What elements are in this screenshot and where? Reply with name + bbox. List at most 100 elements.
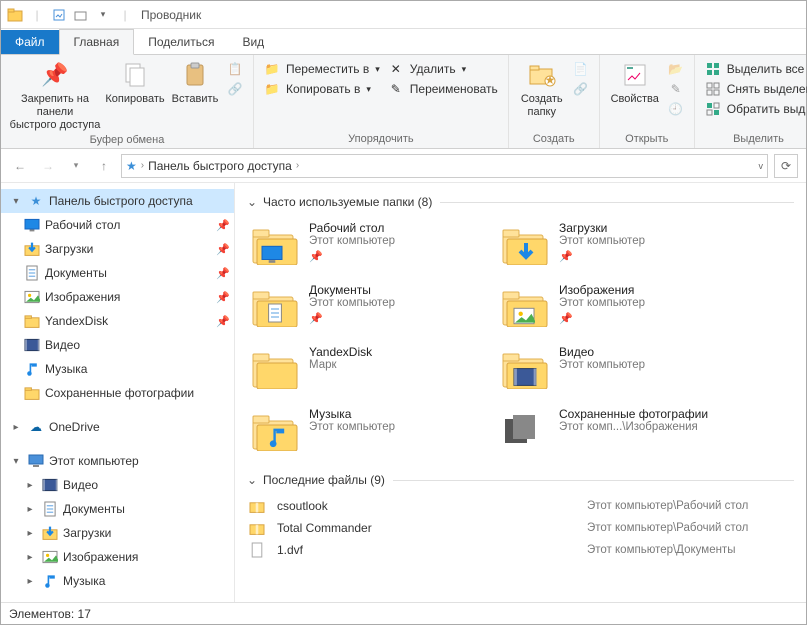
forward-button[interactable]: →	[37, 155, 59, 177]
folder-tile[interactable]: Изображения Этот компьютер 📌	[497, 279, 727, 335]
folders-group-header[interactable]: ⌄ Часто используемые папки (8)	[247, 195, 794, 209]
invert-selection-button[interactable]: Обратить выд	[705, 101, 807, 117]
tab-share[interactable]: Поделиться	[134, 30, 228, 54]
nav-item-desktop[interactable]: Рабочий стол 📌	[1, 213, 234, 237]
file-row[interactable]: Total Commander Этот компьютер\Рабочий с…	[247, 517, 794, 539]
photos-icon	[501, 407, 549, 455]
copy-button[interactable]: Копировать	[103, 57, 167, 106]
nav-item-video[interactable]: Видео	[1, 333, 234, 357]
move-to-button[interactable]: 📁Переместить в▾	[264, 61, 380, 77]
address-bar: ← → ▾ ↑ ★ › Панель быстрого доступа › v …	[1, 149, 806, 183]
group-new: ★ Создать папку 📄 🔗 Создать	[509, 55, 600, 148]
paste-icon	[179, 59, 211, 91]
nav-pc-pictures[interactable]: ▸ Изображения	[1, 545, 234, 569]
select-all-button[interactable]: Выделить все	[705, 61, 807, 77]
nav-pc-video[interactable]: ▸ Видео	[1, 473, 234, 497]
new-folder-icon: ★	[526, 59, 558, 91]
group-open: Свойства 📂 ✎ 🕘 Открыть	[600, 55, 695, 148]
properties-button[interactable]: Свойства	[606, 57, 664, 106]
breadcrumb-root[interactable]: Панель быстрого доступа	[148, 159, 292, 173]
pin-icon: 📌	[216, 291, 234, 304]
file-row[interactable]: csoutlook Этот компьютер\Рабочий стол	[247, 495, 794, 517]
tab-view[interactable]: Вид	[228, 30, 278, 54]
chevron-right-icon[interactable]: ▸	[9, 422, 23, 433]
chevron-right-icon[interactable]: ▸	[23, 576, 37, 587]
chevron-right-icon[interactable]: ▸	[23, 528, 37, 539]
path-dropdown-icon[interactable]: v	[759, 161, 764, 171]
nav-onedrive[interactable]: ▸ ☁ OneDrive	[1, 415, 234, 439]
documents-icon	[41, 501, 59, 517]
folder-tile[interactable]: Загрузки Этот компьютер 📌	[497, 217, 727, 273]
nav-quick-access[interactable]: ▾ ★ Панель быстрого доступа	[1, 189, 234, 213]
navigation-pane: ▾ ★ Панель быстрого доступа Рабочий стол…	[1, 183, 235, 602]
folder-tile[interactable]: Музыка Этот компьютер	[247, 403, 477, 459]
up-button[interactable]: ↑	[93, 155, 115, 177]
qat-divider2: |	[115, 5, 135, 25]
pin-icon: 📌	[309, 312, 395, 325]
new-folder-button[interactable]: ★ Создать папку	[515, 57, 569, 119]
rename-button[interactable]: ✎Переименовать	[388, 81, 498, 97]
pin-button[interactable]: 📌 Закрепить на панели быстрого доступа	[7, 57, 103, 132]
properties-icon	[619, 59, 651, 91]
nav-item-music[interactable]: Музыка	[1, 357, 234, 381]
nav-pc-documents[interactable]: ▸ Документы	[1, 497, 234, 521]
folder-tile[interactable]: Видео Этот компьютер	[497, 341, 727, 397]
recent-button[interactable]: ▾	[65, 155, 87, 177]
select-none-button[interactable]: Снять выделен	[705, 81, 807, 97]
paste-button[interactable]: Вставить	[167, 57, 223, 106]
nav-item-pictures[interactable]: Изображения 📌	[1, 285, 234, 309]
zip-icon	[247, 520, 267, 536]
delete-button[interactable]: ✕Удалить▾	[388, 61, 498, 77]
folder-tile[interactable]: YandexDisk Марк	[247, 341, 477, 397]
pin-icon: 📌	[559, 312, 645, 325]
delete-icon: ✕	[388, 61, 404, 77]
zip-icon	[247, 498, 267, 514]
paste-shortcut-button[interactable]: 🔗	[227, 81, 243, 97]
nav-item-folder[interactable]: Сохраненные фотографии	[1, 381, 234, 405]
folder-tile[interactable]: Сохраненные фотографии Этот комп...\Изоб…	[497, 403, 727, 459]
pictures-icon	[41, 549, 59, 565]
back-button[interactable]: ←	[9, 155, 31, 177]
copy-to-button[interactable]: 📁Копировать в▾	[264, 81, 380, 97]
app-icon	[5, 5, 25, 25]
qat-newfolder-icon[interactable]	[71, 5, 91, 25]
chevron-down-icon[interactable]: ▾	[9, 456, 23, 467]
nav-item-folder[interactable]: YandexDisk 📌	[1, 309, 234, 333]
copy-path-button[interactable]: 📋	[227, 61, 243, 77]
nav-pc-downloads[interactable]: ▸ Загрузки	[1, 521, 234, 545]
ribbon: 📌 Закрепить на панели быстрого доступа К…	[1, 55, 806, 149]
qat-properties-icon[interactable]	[49, 5, 69, 25]
tab-home[interactable]: Главная	[59, 29, 135, 55]
nav-pc-music[interactable]: ▸ Музыка	[1, 569, 234, 593]
music-icon	[41, 573, 59, 589]
chevron-right-icon[interactable]: ▸	[23, 552, 37, 563]
video-icon	[23, 337, 41, 353]
status-text: Элементов: 17	[9, 607, 91, 621]
qat-dropdown-icon[interactable]: ▾	[93, 5, 113, 25]
svg-text:★: ★	[544, 73, 555, 87]
downloads-icon	[41, 525, 59, 541]
nav-this-pc[interactable]: ▾ Этот компьютер	[1, 449, 234, 473]
move-icon: 📁	[264, 61, 280, 77]
nav-item-downloads[interactable]: Загрузки 📌	[1, 237, 234, 261]
files-group-header[interactable]: ⌄ Последние файлы (9)	[247, 473, 794, 487]
ribbon-tabs: Файл Главная Поделиться Вид	[1, 29, 806, 55]
refresh-button[interactable]: ⟳	[774, 154, 798, 178]
music-icon	[251, 407, 299, 455]
breadcrumb[interactable]: ★ › Панель быстрого доступа › v	[121, 154, 768, 178]
clipboard-small: 📋 🔗	[223, 57, 247, 97]
cloud-icon: ☁	[27, 419, 45, 435]
tab-file[interactable]: Файл	[1, 30, 59, 54]
open-small: 📂 ✎ 🕘	[664, 57, 688, 117]
pin-icon: 📌	[216, 243, 234, 256]
pin-icon: 📌	[216, 315, 234, 328]
chevron-right-icon[interactable]: ▸	[23, 504, 37, 515]
nav-item-documents[interactable]: Документы 📌	[1, 261, 234, 285]
folder-tile[interactable]: Документы Этот компьютер 📌	[247, 279, 477, 335]
chevron-right-icon[interactable]: ▸	[23, 480, 37, 491]
file-row[interactable]: 1.dvf Этот компьютер\Документы	[247, 539, 794, 561]
folder-tile[interactable]: Рабочий стол Этот компьютер 📌	[247, 217, 477, 273]
title-bar: | ▾ | Проводник	[1, 1, 806, 29]
chevron-down-icon[interactable]: ▾	[9, 196, 23, 207]
rename-icon: ✎	[388, 81, 404, 97]
